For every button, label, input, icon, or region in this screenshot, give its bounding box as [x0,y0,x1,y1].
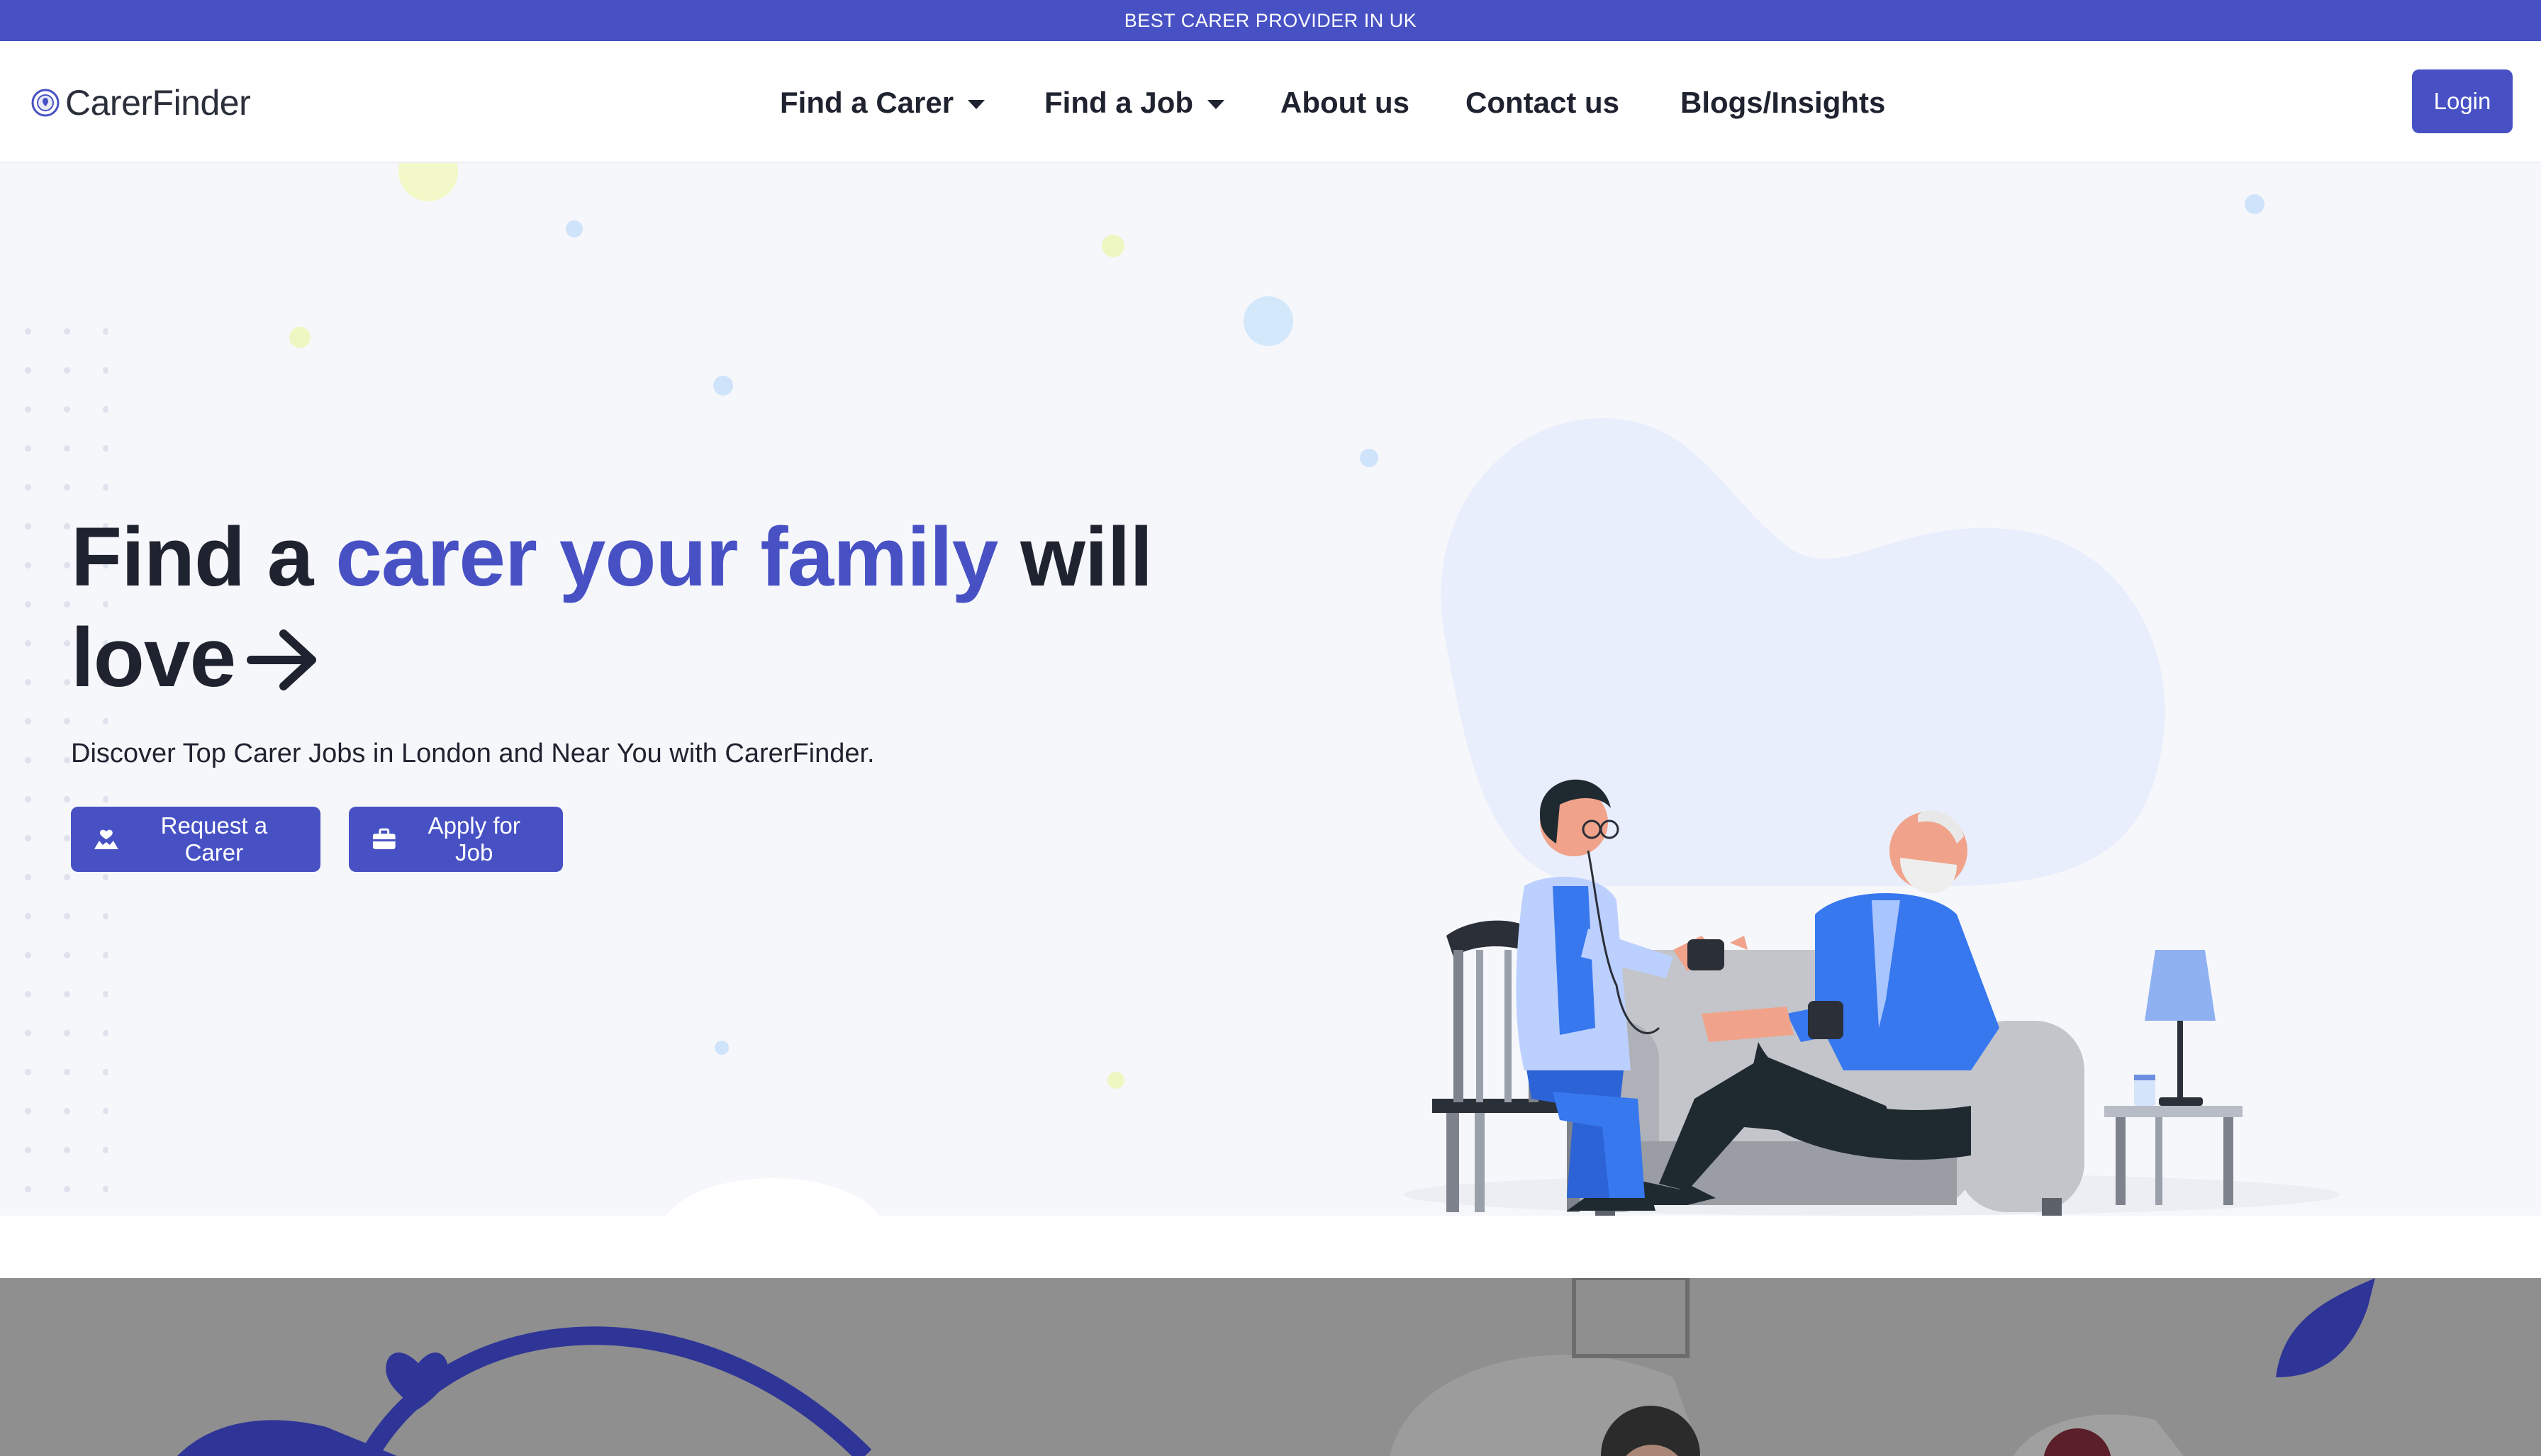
nav-label: Find a Job [1044,86,1193,119]
decorative-dot [715,1041,729,1055]
nav-label: About us [1280,86,1409,119]
chevron-down-icon [968,99,985,109]
briefcase-icon [372,828,396,849]
decorative-dot [1244,296,1293,346]
decorative-dot [566,220,583,237]
nav-label: Contact us [1465,86,1620,119]
decorative-dot [1360,449,1378,467]
decorative-cloud [659,1178,886,1216]
apply-for-job-button[interactable]: Apply for Job [349,807,563,872]
headline-part: love [71,611,236,705]
nav-label: Blogs/Insights [1680,86,1886,119]
nav-label: Find a Carer [780,86,954,119]
next-section-illustration [0,1278,2541,1456]
login-button[interactable]: Login [2412,69,2513,133]
button-label: Apply for Job [428,812,520,866]
main-nav: Find a Carer Find a Job About us Contact… [0,41,2541,163]
nav-find-a-carer[interactable]: Find a Carer [780,82,985,123]
chevron-down-icon [1207,99,1224,109]
hero-headline: Find a carer your family will love [71,507,1276,708]
headline-part: Find a [71,510,313,604]
hero-subtitle: Discover Top Carer Jobs in London and Ne… [71,739,875,768]
hands-heart-icon [94,829,118,849]
arrow-right-icon [247,629,317,690]
nav-about-us[interactable]: About us [1280,82,1409,123]
decorative-dot [2245,194,2264,214]
announcement-text: BEST CARER PROVIDER IN UK [1124,9,1417,31]
headline-accent: carer your family [335,510,998,604]
nav-contact-us[interactable]: Contact us [1465,82,1619,123]
decorative-dot [398,163,458,201]
headline-part: will [1020,510,1153,604]
button-label: Request a Carer [160,812,268,866]
request-carer-button[interactable]: Request a Carer [71,807,320,872]
decorative-dot [1102,235,1124,257]
hero-section: Find a carer your family will love Disco… [0,163,2541,1216]
decorative-dot [1107,1072,1124,1089]
announcement-bar: BEST CARER PROVIDER IN UK [0,0,2541,41]
decorative-dot [289,327,311,348]
site-header: CarerFinder Find a Carer Find a Job Abou… [0,41,2541,163]
decorative-dot [713,376,733,396]
carer-elderly-care-illustration [1404,418,2340,1216]
community-care-illustration [177,1278,2375,1456]
nav-blogs-insights[interactable]: Blogs/Insights [1680,82,1885,123]
nav-find-a-job[interactable]: Find a Job [1044,82,1224,123]
section-spacer [0,1216,2541,1278]
